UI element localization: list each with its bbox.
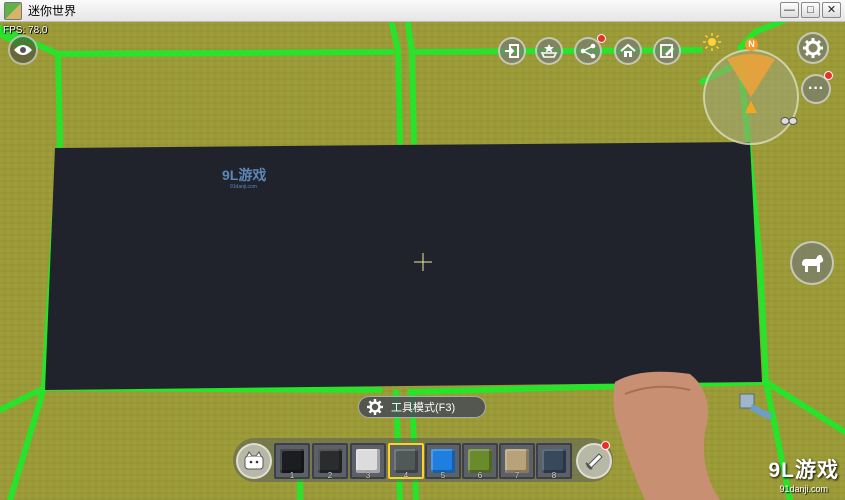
sun-icon xyxy=(703,33,721,51)
hotbar-slot-number: 6 xyxy=(477,471,483,480)
hotbar-slot-number: 2 xyxy=(327,471,333,480)
hotbar-slot-number: 3 xyxy=(365,471,371,480)
share-icon xyxy=(580,43,596,59)
hotbar-slot-1[interactable]: 1 xyxy=(274,443,310,480)
crafting-icon xyxy=(585,453,603,470)
goggles-icon xyxy=(780,117,798,125)
hotbar-slot-5[interactable]: 5 xyxy=(425,443,461,480)
hotbar-slot-3[interactable]: 3 xyxy=(350,443,386,480)
edit-button[interactable] xyxy=(653,37,681,65)
backpack-button[interactable] xyxy=(236,443,272,479)
home-button[interactable] xyxy=(614,37,642,65)
window-controls: — □ ✕ xyxy=(780,2,841,18)
hotbar-slot-number: 4 xyxy=(403,471,409,480)
tool-mode-label: 工具模式(F3) xyxy=(391,402,456,414)
center-watermark-logo: 9L游戏 xyxy=(222,167,266,183)
exit-button[interactable] xyxy=(498,37,526,65)
gear-icon xyxy=(803,38,823,58)
hotbar-slot-8[interactable]: 8 xyxy=(536,443,572,480)
backpack-cat-icon xyxy=(244,451,264,470)
eye-icon xyxy=(14,45,32,55)
block-item-icon xyxy=(356,449,380,473)
block-item-icon xyxy=(542,449,566,473)
window-title: 迷你世界 xyxy=(28,4,77,18)
app-icon xyxy=(4,1,22,20)
shop-button[interactable] xyxy=(535,37,563,65)
minimap-compass[interactable] xyxy=(703,49,799,145)
center-watermark-url: 91danji.com xyxy=(230,184,257,190)
close-button[interactable]: ✕ xyxy=(822,2,841,18)
hotbar-slot-2[interactable]: 2 xyxy=(312,443,348,480)
hotbar-slot-number: 5 xyxy=(440,471,446,480)
game-viewport[interactable]: 9L游戏 91danji.com FPS: 78.0 N ··· 工具模式(F3… xyxy=(0,22,845,500)
watermark-logo: 9L游戏 xyxy=(768,459,839,482)
player-hand xyxy=(613,371,720,500)
minimize-button[interactable]: — xyxy=(780,2,799,18)
block-item-icon xyxy=(505,449,529,473)
tool-mode-gear-icon xyxy=(367,399,383,415)
craft-notification-dot xyxy=(601,441,610,450)
block-item-icon xyxy=(280,449,304,473)
edit-note-icon xyxy=(660,44,674,58)
hotbar-slot-6[interactable]: 6 xyxy=(462,443,498,480)
dark-block-slab xyxy=(45,142,762,390)
block-item-icon xyxy=(468,449,492,473)
tool-mode-button[interactable]: 工具模式(F3) xyxy=(358,396,486,418)
window-titlebar: 迷你世界 — □ ✕ xyxy=(0,0,845,22)
compass-north-marker: N xyxy=(745,38,758,51)
hotbar-slot-7[interactable]: 7 xyxy=(499,443,535,480)
view-toggle-button[interactable] xyxy=(8,35,38,65)
hotbar-slot-number: 7 xyxy=(514,471,520,480)
block-item-icon xyxy=(394,449,418,473)
settings-button[interactable] xyxy=(797,32,829,64)
dog-icon xyxy=(802,254,824,272)
hotbar-slot-4[interactable]: 4 xyxy=(388,443,424,480)
compass-view-cone xyxy=(727,54,775,113)
hotbar-slot-number: 8 xyxy=(551,471,557,480)
block-item-icon xyxy=(318,449,342,473)
home-icon xyxy=(620,43,636,57)
shop-icon xyxy=(540,44,558,58)
share-notification-dot xyxy=(597,34,606,43)
site-watermark: 9L游戏 91danji.com xyxy=(768,454,839,494)
pet-button[interactable] xyxy=(790,241,834,285)
block-item-icon xyxy=(431,449,455,473)
hotbar-slot-number: 1 xyxy=(289,471,295,480)
exit-icon xyxy=(505,44,519,58)
maximize-button[interactable]: □ xyxy=(801,2,820,18)
more-notification-dot xyxy=(824,71,833,80)
watermark-url: 91danji.com xyxy=(779,484,828,494)
